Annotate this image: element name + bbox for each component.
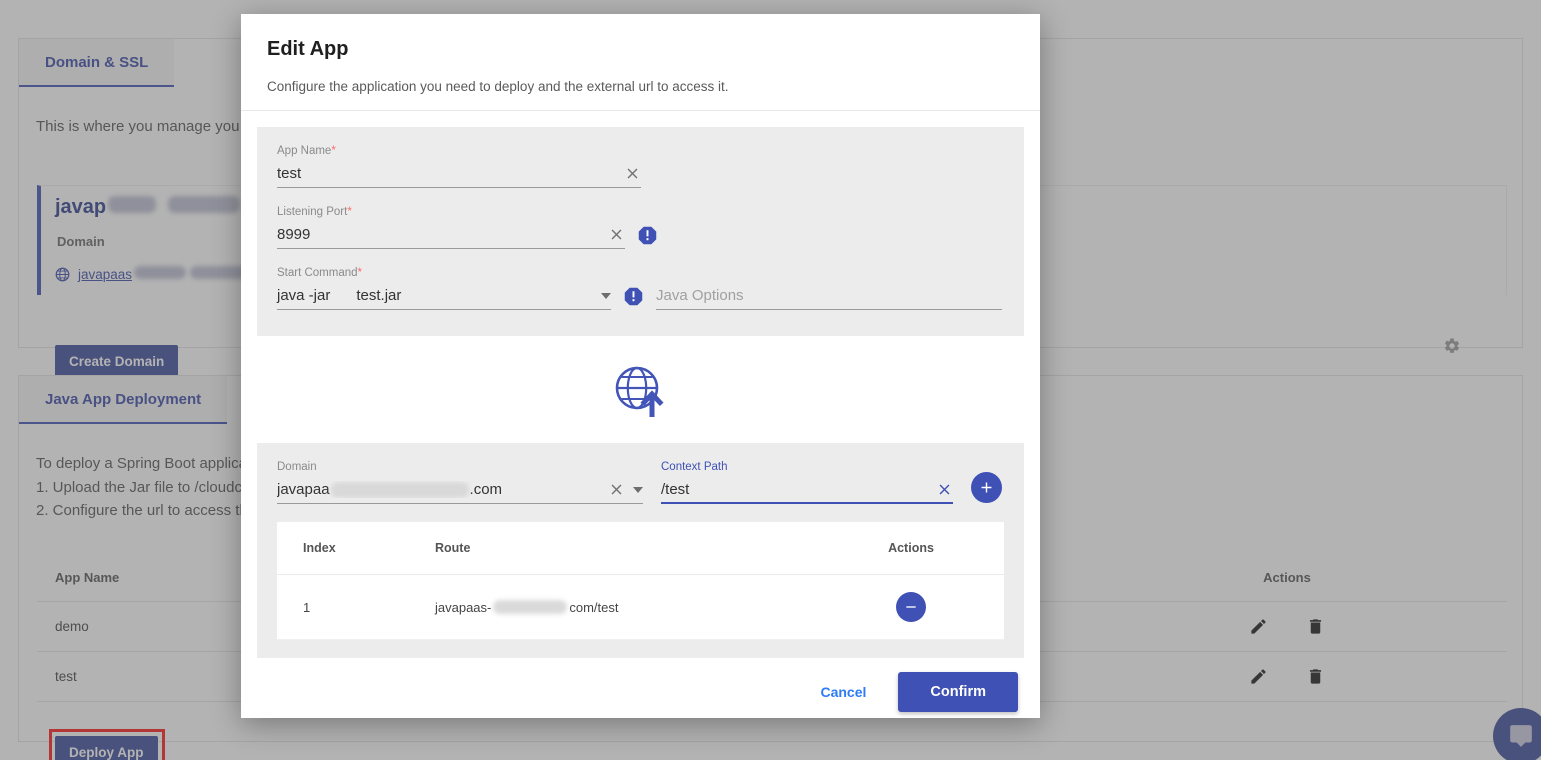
field-app-name: App Name* [277,145,1004,188]
route-suffix: com/test [569,600,618,615]
route-table: Index Route Actions 1 javapaas- [277,522,1004,640]
dialog-body: App Name* Listening Port* [241,111,1040,658]
close-icon[interactable] [936,481,953,498]
domain-value-prefix: javapaa [277,481,330,498]
app-name-input[interactable] [277,160,618,187]
app-name-label-text: App Name [277,145,331,157]
listening-port-label: Listening Port* [277,206,1004,218]
domain-value: javapaa .com [277,481,602,498]
column-index: Index [277,522,409,575]
domain-field-group: Domain javapaa .com [277,461,643,504]
cell-route-actions [818,575,1004,640]
chevron-down-icon[interactable] [633,487,643,493]
alert-icon[interactable] [623,286,644,307]
column-route: Route [409,522,818,575]
java-options-input[interactable] [656,282,1002,309]
domain-label: Domain [277,461,643,473]
edit-app-dialog: Edit App Configure the application you n… [241,14,1040,718]
route-table-wrap: Index Route Actions 1 javapaas- [277,522,1004,640]
field-listening-port: Listening Port* [277,206,1004,249]
app-name-input-wrap[interactable] [277,160,641,188]
required-marker: * [358,267,362,279]
chevron-down-icon[interactable] [601,293,611,299]
cell-route-value: javapaas- com/test [409,575,818,640]
route-table-row: 1 javapaas- com/test [277,575,1004,640]
app-config-section: App Name* Listening Port* [257,127,1024,336]
dialog-title: Edit App [267,38,1014,61]
context-path-input[interactable] [661,476,930,502]
screen: Domain & SSL This is where you manage yo… [0,0,1541,760]
listening-port-label-text: Listening Port [277,206,347,218]
context-path-field-group: Context Path [661,461,953,504]
start-command-label-text: Start Command [277,267,358,279]
start-command-label: Start Command* [277,267,1004,279]
listening-port-input-wrap[interactable] [277,221,625,249]
cancel-button[interactable]: Cancel [802,674,884,710]
plus-icon [978,479,995,496]
redaction-block [331,482,469,498]
dialog-footer: Cancel Confirm [241,658,1040,734]
globe-upload-icon [614,365,668,417]
context-path-input-wrap[interactable] [661,476,953,504]
route-prefix: javapaas- [435,600,491,615]
dialog-subtitle: Configure the application you need to de… [267,79,1014,94]
required-marker: * [331,145,335,157]
route-config-section: Domain javapaa .com [257,443,1024,658]
confirm-button[interactable]: Confirm [898,672,1018,712]
minus-icon [903,599,919,615]
start-command-input-wrap[interactable]: java -jar [277,282,611,310]
listening-port-input[interactable] [277,221,602,248]
java-options-input-wrap[interactable] [656,282,1002,310]
start-command-input[interactable] [356,282,593,309]
domain-value-suffix: .com [470,481,503,498]
field-start-command: Start Command* java -jar [277,267,1004,310]
app-name-label: App Name* [277,145,1004,157]
start-command-prefix: java -jar [277,287,330,304]
close-icon[interactable] [608,481,625,498]
cell-route-index: 1 [277,575,409,640]
add-route-button[interactable] [971,472,1002,503]
field-domain-context: Domain javapaa .com [277,461,1004,504]
close-icon[interactable] [624,165,641,182]
dialog-header: Edit App Configure the application you n… [241,14,1040,111]
required-marker: * [347,206,351,218]
alert-icon[interactable] [637,225,658,246]
globe-divider [257,336,1024,443]
column-route-actions: Actions [818,522,1004,575]
close-icon[interactable] [608,226,625,243]
redaction-block [493,600,567,614]
domain-input-wrap[interactable]: javapaa .com [277,476,643,504]
context-path-label: Context Path [661,461,953,473]
route-table-header-row: Index Route Actions [277,522,1004,575]
remove-route-button[interactable] [896,592,926,622]
